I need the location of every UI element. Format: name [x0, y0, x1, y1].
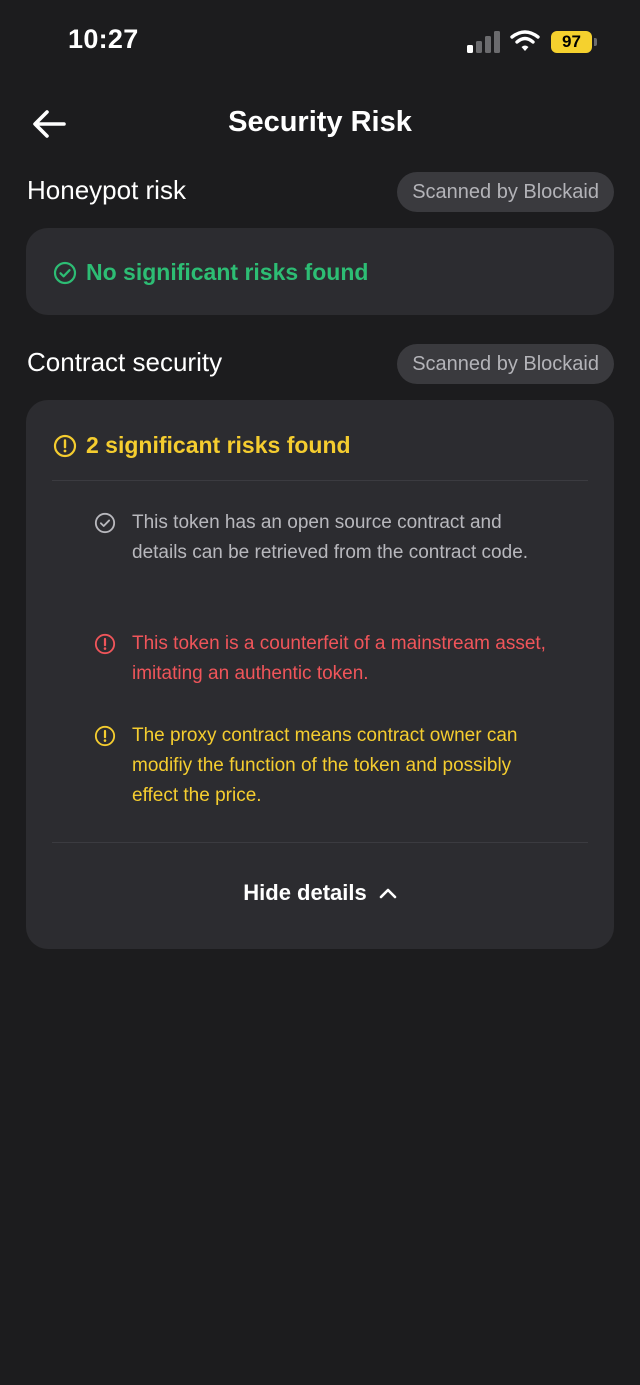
status-bar: 10:27 97 — [0, 0, 640, 84]
check-circle-icon — [53, 261, 77, 284]
alert-circle-icon — [94, 725, 116, 747]
contract-scan-badge: Scanned by Blockaid — [397, 344, 614, 384]
risk-item-text: This token is a counterfeit of a mainstr… — [132, 633, 546, 684]
honeypot-title: Honeypot risk — [27, 175, 186, 205]
hide-details-label: Hide details — [243, 880, 367, 905]
risk-item-text: This token has an open source contract a… — [132, 512, 529, 563]
alert-circle-icon — [94, 633, 116, 655]
contract-title: Contract security — [27, 347, 223, 377]
honeypot-scan-badge: Scanned by Blockaid — [397, 172, 614, 212]
honeypot-status-text: No significant risks found — [86, 259, 369, 285]
battery-icon: 97 — [551, 31, 598, 53]
check-circle-icon — [94, 512, 116, 534]
chevron-up-icon — [379, 888, 397, 899]
honeypot-card: No significant risks found — [26, 228, 614, 315]
contract-card: 2 significant risks found This token has… — [26, 400, 614, 949]
contract-header: Contract security Scanned by Blockaid — [27, 344, 614, 384]
hide-details-button[interactable]: Hide details — [26, 869, 614, 917]
signal-icon — [467, 31, 500, 53]
divider — [52, 842, 588, 843]
contract-summary: 2 significant risks found — [53, 432, 351, 459]
page-title: Security Risk — [228, 106, 412, 138]
nav-header: Security Risk — [0, 96, 640, 152]
battery-tip — [594, 38, 597, 46]
battery-level: 97 — [551, 31, 592, 53]
risk-item-proxy-contract: The proxy contract means contract owner … — [94, 721, 544, 811]
risk-item-open-source: This token has an open source contract a… — [94, 508, 544, 598]
honeypot-status: No significant risks found — [53, 259, 368, 286]
wifi-icon — [510, 30, 540, 51]
risk-item-counterfeit: This token is a counterfeit of a mainstr… — [94, 629, 546, 689]
risk-item-text: The proxy contract means contract owner … — [132, 725, 518, 806]
status-time: 10:27 — [68, 24, 139, 54]
honeypot-header: Honeypot risk Scanned by Blockaid — [27, 172, 614, 212]
contract-summary-text: 2 significant risks found — [86, 432, 351, 458]
divider — [52, 480, 588, 481]
alert-circle-icon — [53, 434, 77, 457]
